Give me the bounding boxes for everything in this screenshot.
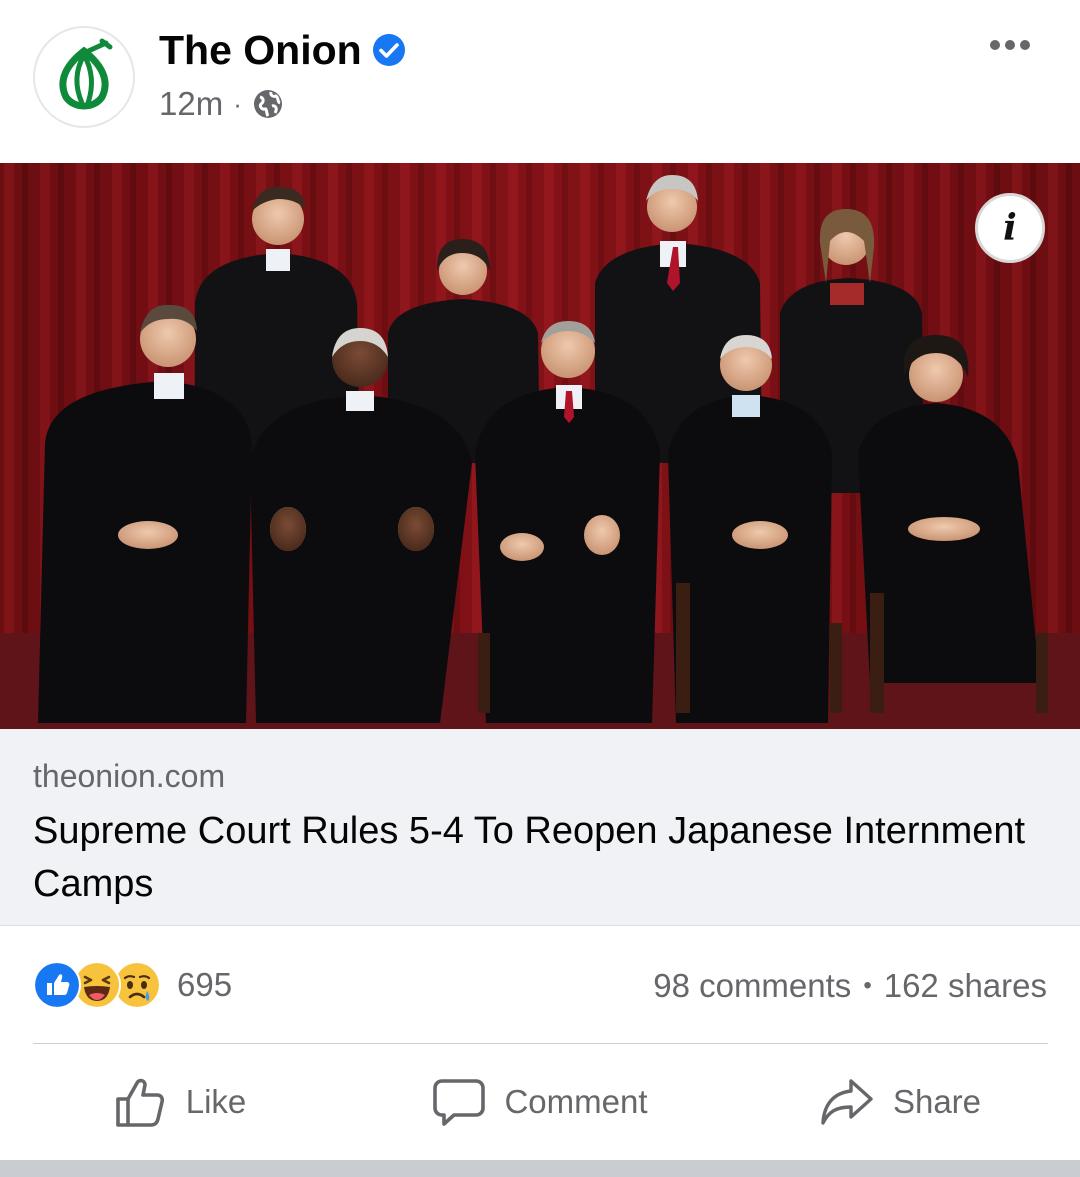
share-label: Share	[892, 1083, 982, 1120]
globe-icon	[253, 90, 282, 118]
link-preview[interactable]: theonion.com Supreme Court Rules 5-4 To …	[0, 729, 1080, 926]
post-time[interactable]: 12m	[159, 84, 223, 124]
reaction-count[interactable]: 695	[177, 966, 232, 1004]
engagement-stats: 98 comments • 162 shares	[653, 966, 1047, 1006]
more-horizontal-icon	[990, 40, 1000, 50]
comment-label: Comment	[504, 1083, 648, 1120]
action-bar: Like Comment Share	[0, 1044, 1080, 1160]
post-meta: 12m ·	[159, 84, 284, 124]
justices-photo	[0, 163, 1080, 729]
like-button[interactable]: Like	[0, 1044, 360, 1160]
info-icon: i	[1003, 207, 1017, 249]
like-label: Like	[185, 1083, 247, 1120]
like-reaction-icon	[33, 961, 81, 1009]
comments-count[interactable]: 98 comments	[653, 966, 851, 1006]
comment-button[interactable]: Comment	[360, 1044, 720, 1160]
link-domain: theonion.com	[33, 758, 226, 794]
reaction-summary[interactable]: 695	[33, 961, 232, 1009]
shares-count[interactable]: 162 shares	[884, 966, 1047, 1006]
page-avatar[interactable]	[33, 26, 135, 128]
info-button[interactable]: i	[975, 193, 1045, 263]
onion-logo-icon	[59, 38, 113, 110]
verified-badge-icon	[372, 34, 405, 66]
comment-icon	[433, 1079, 486, 1126]
more-options-button[interactable]	[984, 28, 1036, 62]
page-name[interactable]: The Onion	[159, 26, 406, 74]
link-preview-image[interactable]	[0, 163, 1080, 729]
thumbs-up-icon	[115, 1078, 164, 1127]
more-dot	[1005, 40, 1015, 50]
post-header: The Onion 12m ·	[0, 0, 1080, 163]
share-button[interactable]: Share	[720, 1044, 1080, 1160]
more-dot	[1020, 40, 1030, 50]
meta-separator: ·	[233, 89, 242, 119]
stats-separator: •	[863, 972, 872, 999]
page-name-text[interactable]: The Onion	[159, 26, 362, 74]
share-icon	[821, 1079, 873, 1125]
link-title[interactable]: Supreme Court Rules 5-4 To Reopen Japane…	[33, 805, 1063, 911]
feed-separator	[0, 1160, 1080, 1177]
